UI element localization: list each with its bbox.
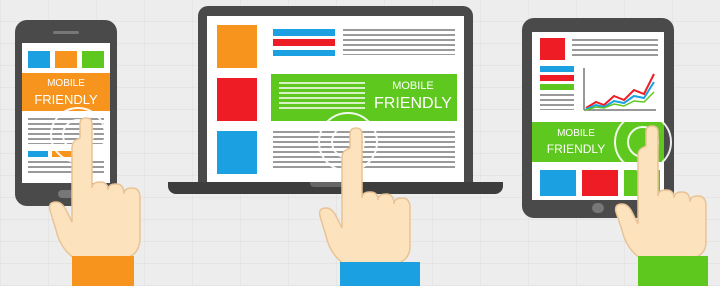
pointing-hand-icon <box>318 127 420 286</box>
laptop-banner-line2: FRIENDLY <box>374 95 452 112</box>
mobile-friendly-illustration: { "colors": { "orange": "#f7941d", "red"… <box>0 0 720 286</box>
tablet-top-lines <box>572 39 658 57</box>
laptop-header-lines <box>343 29 455 55</box>
laptop-banner-lines <box>279 82 365 112</box>
phone-small-tile-blue <box>28 151 48 157</box>
tablet-left-lines <box>540 94 574 110</box>
phone-banner: MOBILE FRIENDLY <box>22 73 110 111</box>
laptop-header-red <box>273 39 335 46</box>
laptop-tile-red <box>217 78 257 121</box>
phone-banner-line1: MOBILE <box>47 78 85 89</box>
phone-tile-blue <box>28 51 50 68</box>
phone-tile-green <box>82 51 104 68</box>
laptop-banner-line1: MOBILE <box>392 80 434 92</box>
tablet-row-green <box>540 84 574 90</box>
pointing-hand-icon <box>48 117 141 286</box>
tablet-row-red <box>540 75 574 81</box>
phone-speaker <box>53 31 79 34</box>
sleeve <box>340 262 420 286</box>
tablet-tile-blue <box>540 170 576 196</box>
tablet-tile-red-2 <box>582 170 618 196</box>
laptop-tile-blue <box>217 131 257 174</box>
pointing-hand-icon <box>614 125 708 286</box>
tablet-row-blue <box>540 66 574 72</box>
laptop-banner: MOBILE FRIENDLY <box>271 74 457 121</box>
line-chart-icon <box>583 68 656 111</box>
tablet-home-button[interactable] <box>592 203 604 213</box>
tablet-banner-line2: FRIENDLY <box>546 142 606 156</box>
tablet-tile-red <box>540 38 565 60</box>
laptop-header-blue-2 <box>273 50 335 56</box>
phone-tile-orange <box>55 51 77 68</box>
phone-banner-line2: FRIENDLY <box>34 92 98 107</box>
sleeve <box>638 256 708 286</box>
tablet-banner-line1: MOBILE <box>557 128 595 139</box>
laptop-tile-orange <box>217 25 257 68</box>
sleeve <box>72 256 134 286</box>
laptop-header-blue <box>273 29 335 36</box>
